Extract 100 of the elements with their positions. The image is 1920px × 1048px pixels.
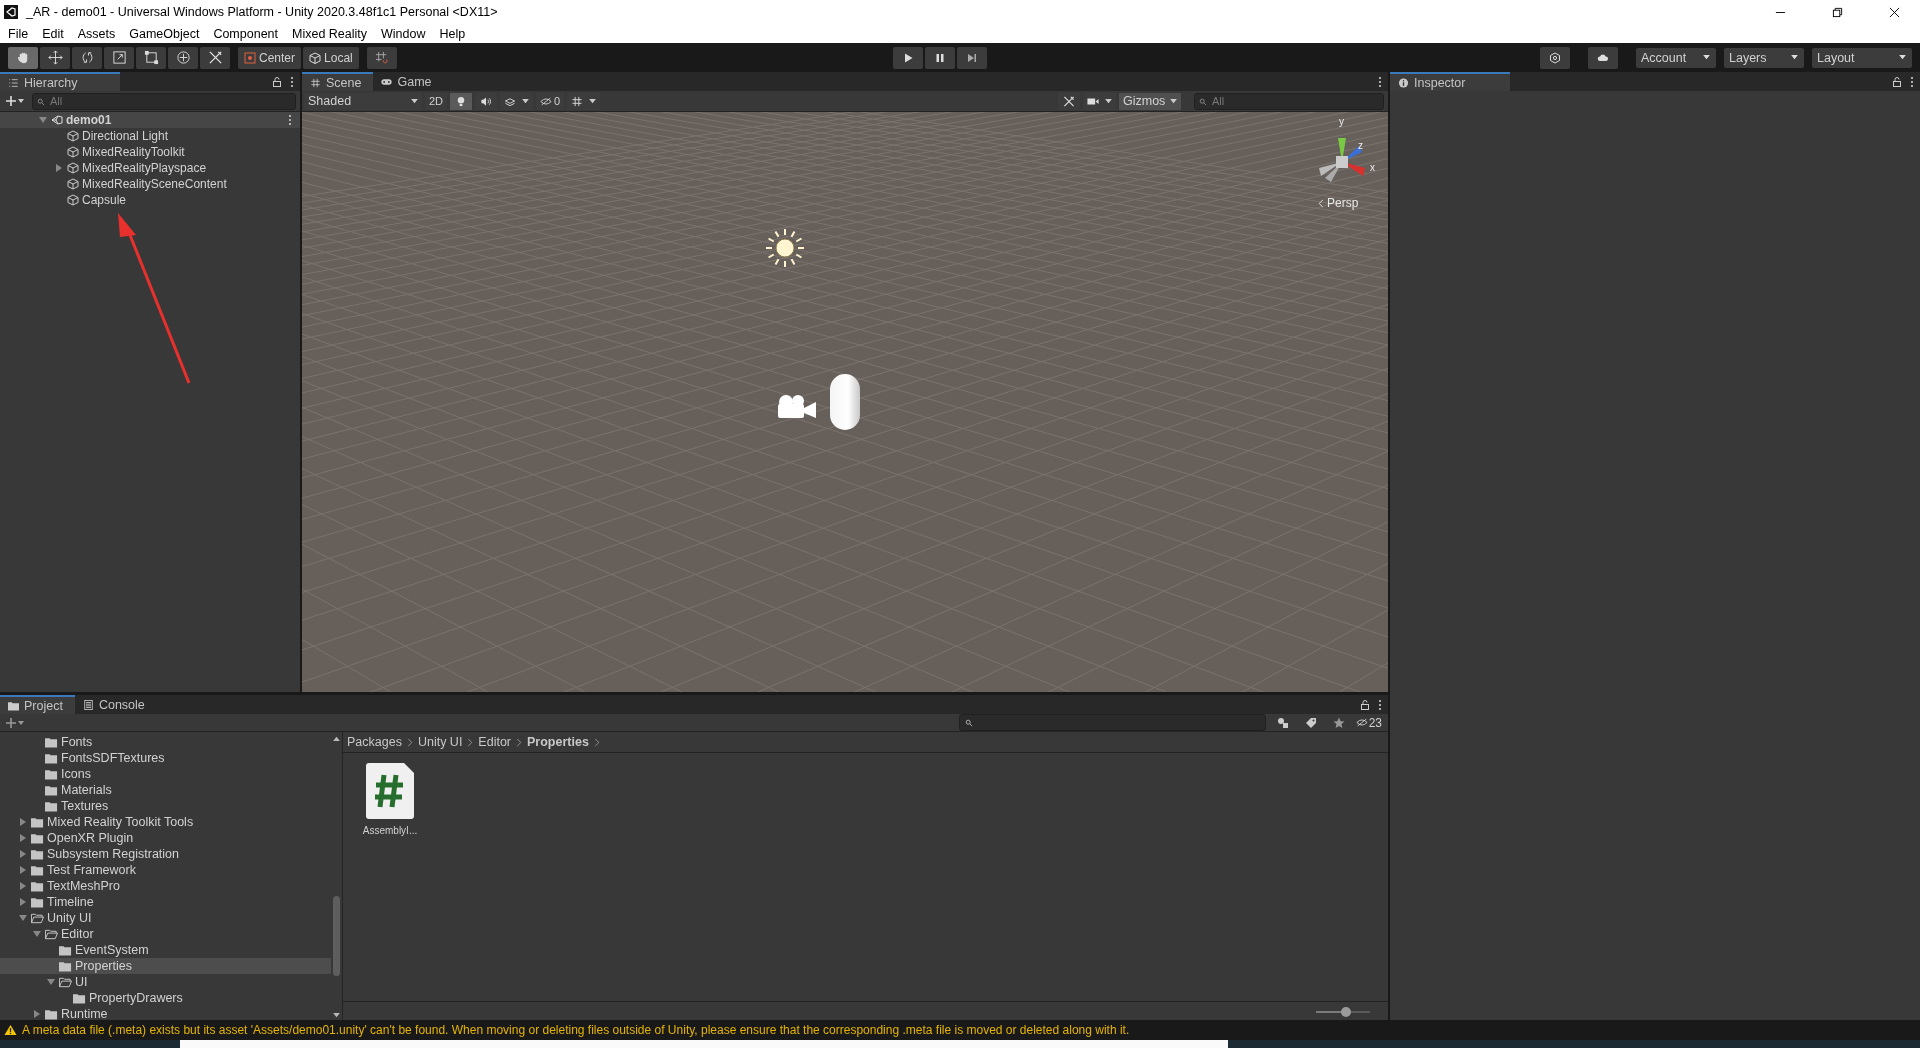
scroll-up-icon[interactable] — [333, 736, 340, 741]
more-options-icon[interactable] — [1378, 698, 1382, 711]
folder-name[interactable]: Properties — [75, 959, 132, 973]
inspector-tab[interactable]: Inspector — [1390, 72, 1510, 91]
hierarchy-item[interactable]: MixedRealitySceneContent — [82, 177, 227, 191]
folder-name[interactable]: Icons — [61, 767, 91, 781]
lighting-toggle[interactable] — [450, 92, 473, 110]
hidden-objects-toggle[interactable]: 0 — [536, 92, 565, 110]
expand-arrow-icon[interactable] — [55, 164, 63, 172]
expand-arrow-icon[interactable] — [19, 850, 27, 858]
toolbar-dropdown[interactable]: Layers — [1724, 47, 1804, 68]
expand-arrow-icon[interactable] — [19, 834, 27, 842]
playback-button[interactable] — [893, 46, 923, 69]
folder-name[interactable]: Materials — [61, 783, 112, 797]
hidden-packages-toggle[interactable]: 23 — [1355, 715, 1382, 730]
folder-name[interactable]: Timeline — [47, 895, 94, 909]
folder-name[interactable]: TextMeshPro — [47, 879, 120, 893]
tools-button[interactable] — [1058, 92, 1080, 110]
breadcrumb-link[interactable]: Properties — [527, 735, 589, 749]
scroll-down-icon[interactable] — [333, 1013, 340, 1018]
playback-button[interactable] — [957, 46, 987, 69]
horizontal-scrollbar[interactable] — [180, 1040, 1228, 1048]
search-field[interactable]: All — [1194, 92, 1384, 110]
folder-name[interactable]: UI — [75, 975, 88, 989]
scrollbar-thumb[interactable] — [333, 896, 340, 976]
icon-size-slider[interactable] — [1340, 1007, 1351, 1017]
view-tab[interactable]: Game — [373, 72, 444, 91]
cloud-button[interactable] — [1588, 46, 1618, 69]
more-options-icon[interactable] — [290, 75, 294, 88]
expand-arrow-icon[interactable] — [19, 818, 27, 826]
lock-icon[interactable] — [272, 76, 282, 87]
search-field[interactable] — [958, 714, 1266, 731]
toolbar-dropdown[interactable]: Layout — [1812, 47, 1912, 68]
expand-arrow-icon[interactable] — [19, 914, 27, 922]
breadcrumb-link[interactable]: Editor — [478, 735, 511, 749]
expand-arrow-icon[interactable] — [47, 978, 55, 986]
hierarchy-tab[interactable]: Hierarchy — [0, 72, 120, 91]
expand-arrow-icon[interactable] — [33, 1010, 41, 1018]
asset-name[interactable]: AssemblyI... — [362, 825, 418, 836]
tool-button[interactable] — [104, 46, 134, 69]
add-button[interactable] — [6, 96, 24, 106]
tool-button[interactable] — [8, 46, 38, 69]
menu-item[interactable]: Edit — [42, 26, 64, 41]
sun-icon[interactable] — [765, 228, 805, 268]
folder-name[interactable]: Unity UI — [47, 911, 92, 925]
lock-icon[interactable] — [1892, 76, 1902, 87]
folder-name[interactable]: EventSystem — [75, 943, 149, 957]
folder-name[interactable]: Runtime — [61, 1007, 108, 1020]
collab-button[interactable] — [1540, 46, 1570, 69]
tool-button[interactable] — [168, 46, 198, 69]
lock-icon[interactable] — [1360, 699, 1370, 710]
shading-dropdown[interactable]: Shaded — [304, 92, 422, 110]
hierarchy-item[interactable]: MixedRealityToolkit — [82, 145, 185, 159]
folder-name[interactable]: PropertyDrawers — [89, 991, 183, 1005]
folder-name[interactable]: OpenXR Plugin — [47, 831, 134, 845]
grid-dropdown[interactable] — [567, 92, 601, 110]
tool-button[interactable] — [40, 46, 70, 69]
pivot-toggle[interactable]: Center — [238, 46, 302, 69]
view-tab[interactable]: Scene — [302, 72, 374, 91]
script-file-icon[interactable] — [366, 763, 414, 819]
folder-name[interactable]: Editor — [61, 927, 94, 941]
menu-item[interactable]: Help — [439, 26, 466, 41]
breadcrumb-link[interactable]: Packages — [347, 735, 402, 749]
menu-item[interactable]: Assets — [77, 26, 116, 41]
status-message[interactable]: A meta data file (.meta) exists but its asset 'Assets/demo01.unity' can't be found. When moving or deleting files outside of Unity, please ensure that the corresponding .meta file is moved or deleted along with it. — [22, 1023, 1130, 1037]
hierarchy-item[interactable]: demo01 — [66, 113, 112, 127]
menu-item[interactable]: Mixed Reality — [292, 26, 368, 41]
folder-name[interactable]: Test Framework — [47, 863, 136, 877]
effects-dropdown[interactable] — [500, 92, 534, 110]
camera-dropdown[interactable] — [1083, 92, 1116, 110]
audio-toggle[interactable] — [475, 92, 498, 110]
expand-arrow-icon[interactable] — [39, 116, 47, 124]
grid-snap-button[interactable] — [366, 46, 397, 69]
tool-button[interactable] — [72, 46, 102, 69]
playback-button[interactable] — [925, 46, 955, 69]
pivot-toggle[interactable]: Local — [303, 46, 359, 69]
folder-name[interactable]: Subsystem Registration — [47, 847, 179, 861]
panel-tab[interactable]: Project — [0, 695, 75, 714]
gizmos-dropdown[interactable]: Gizmos — [1119, 92, 1181, 110]
breadcrumb-link[interactable]: Unity UI — [417, 735, 463, 749]
menu-item[interactable]: Window — [381, 26, 426, 41]
folder-name[interactable]: FontsSDFTextures — [61, 751, 165, 765]
tool-button[interactable] — [136, 46, 166, 69]
menu-item[interactable]: GameObject — [129, 26, 200, 41]
toolbar-dropdown[interactable]: Account — [1636, 47, 1716, 68]
panel-tab[interactable]: Console — [74, 695, 157, 714]
expand-arrow-icon[interactable] — [19, 866, 27, 874]
hierarchy-item[interactable]: Directional Light — [82, 129, 169, 143]
folder-name[interactable]: Fonts — [61, 735, 93, 749]
hierarchy-item[interactable]: Capsule — [82, 193, 127, 207]
expand-arrow-icon[interactable] — [19, 898, 27, 906]
more-options-icon[interactable] — [288, 114, 292, 126]
capsule-drawing[interactable] — [829, 373, 861, 431]
folder-name[interactable]: Mixed Reality Toolkit Tools — [47, 815, 194, 829]
projection-toggle[interactable]: Persp — [1318, 196, 1359, 210]
expand-arrow-icon[interactable] — [19, 882, 27, 890]
more-options-icon[interactable] — [1378, 75, 1382, 88]
more-options-icon[interactable] — [1910, 75, 1914, 88]
folder-name[interactable]: Textures — [61, 799, 109, 813]
hierarchy-item[interactable]: MixedRealityPlayspace — [82, 161, 207, 175]
